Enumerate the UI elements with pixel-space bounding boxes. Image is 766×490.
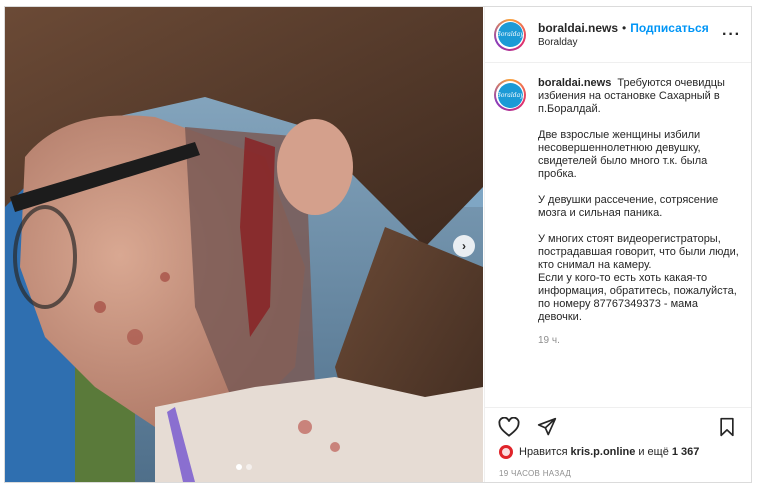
avatar-ring: Boralday — [496, 20, 524, 49]
caption-text: boraldai.news Требуются очевидцы избиени… — [538, 77, 740, 403]
likes-count[interactable]: 1 367 — [672, 446, 700, 458]
chevron-right-icon: › — [462, 239, 466, 253]
caption-paragraph: У девушки рассечение, сотрясение мозга и… — [538, 194, 719, 219]
liker-avatar[interactable] — [499, 445, 513, 459]
post-sidebar: Boralday boraldai.news • Подписаться Bor… — [484, 7, 751, 482]
caption-time: 19 ч. — [538, 335, 560, 346]
profile-avatar[interactable]: Boralday — [494, 18, 526, 51]
caption-area: Boralday boraldai.news Требуются очевидц… — [485, 63, 751, 403]
carousel-dot — [236, 464, 242, 470]
photo-image — [5, 7, 483, 482]
action-bar — [485, 407, 751, 445]
liker-username[interactable]: kris.p.online — [571, 446, 636, 458]
share-icon[interactable] — [535, 415, 559, 439]
avatar-ring: Boralday — [496, 81, 524, 109]
likes-prefix: Нравится — [519, 446, 568, 458]
caption-paragraph: У многих стоят видеорегистраторы, постра… — [538, 233, 739, 323]
post-photo[interactable]: › — [5, 7, 483, 482]
avatar-logo: Boralday — [496, 22, 524, 47]
heart-icon[interactable] — [497, 415, 521, 439]
follow-button[interactable]: Подписаться — [630, 21, 708, 35]
post-timestamp[interactable]: 19 ЧАСОВ НАЗАД — [499, 469, 571, 478]
separator-dot: • — [622, 21, 627, 35]
caption-username[interactable]: boraldai.news — [538, 77, 611, 89]
carousel-dot — [246, 464, 252, 470]
carousel-indicator — [236, 464, 252, 470]
bookmark-icon[interactable] — [715, 415, 739, 439]
likes-middle: и ещё — [638, 446, 669, 458]
likes-row: Нравится kris.p.online и ещё 1 367 — [499, 445, 702, 459]
post-header: Boralday boraldai.news • Подписаться Bor… — [485, 7, 751, 63]
header-line: boraldai.news • Подписаться — [538, 21, 722, 35]
more-dots-icon[interactable]: ··· — [722, 26, 741, 42]
next-photo-button[interactable]: › — [453, 235, 475, 257]
location-link[interactable]: Boralday — [538, 37, 722, 48]
header-text: boraldai.news • Подписаться Boralday — [538, 21, 722, 48]
caption-paragraph: Две взрослые женщины избили несовершенно… — [538, 129, 708, 180]
avatar-logo: Boralday — [496, 82, 524, 108]
instagram-post: › Boralday boraldai.news • Подписаться B… — [4, 6, 752, 483]
caption-avatar[interactable]: Boralday — [494, 79, 526, 111]
caption-paragraph: boraldai.news Требуются очевидцы избиени… — [538, 77, 740, 116]
username-link[interactable]: boraldai.news — [538, 21, 618, 35]
